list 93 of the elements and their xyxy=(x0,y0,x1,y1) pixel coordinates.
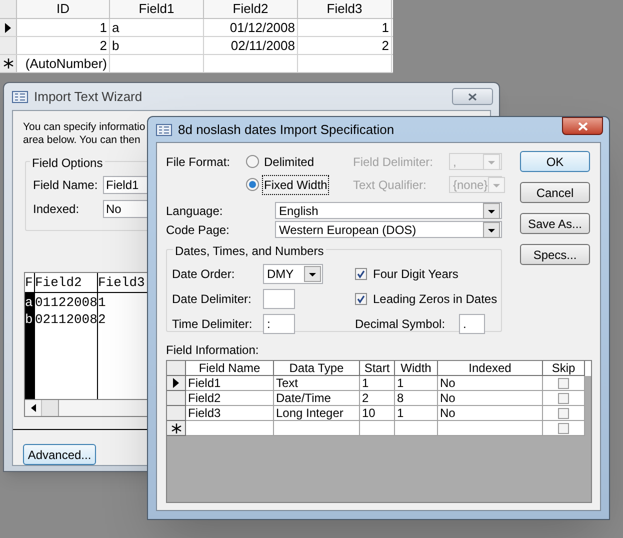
field-label: Text Qualifier: xyxy=(353,176,428,194)
checkbox[interactable] xyxy=(355,293,367,305)
section-label: Field Information: xyxy=(166,342,260,355)
close-icon xyxy=(578,122,588,130)
dialog-button[interactable]: Cancel xyxy=(520,182,590,203)
left-arrow-icon xyxy=(30,404,36,412)
field-label: File Format: xyxy=(166,154,232,170)
column-header[interactable]: Field3 xyxy=(298,0,392,18)
field-grid[interactable]: Field Name Data Type Start Width Indexed Skip Field1 Text 1 1 No Field2 Date/Time 2 8 No Field3 Long Integer 10 1 No xyxy=(166,360,592,503)
select-all-corner[interactable] xyxy=(167,361,186,376)
table-cell-text: b xyxy=(112,36,120,55)
table-cell-text: 1 xyxy=(362,375,369,392)
field-label: Date Delimiter: xyxy=(172,291,252,308)
window-title: 8d noslash dates Import Specification xyxy=(178,120,394,139)
table-cell-text: Date/Time xyxy=(276,390,331,407)
field-label: Indexed: xyxy=(33,201,80,218)
table-cell-text: (AutoNumber) xyxy=(25,54,107,73)
preview-cell: a xyxy=(25,294,34,311)
field-label: Field Name: xyxy=(33,177,99,194)
table-cell-text: 2 xyxy=(100,36,107,55)
column-header[interactable]: Field2 xyxy=(204,0,298,18)
table-cell-text: Field2 xyxy=(188,390,221,407)
close-button[interactable] xyxy=(452,88,493,105)
column-header[interactable]: Field1 xyxy=(110,0,204,18)
table-cell-text: a xyxy=(112,18,120,37)
checkbox-label: Leading Zeros in Dates xyxy=(373,291,498,308)
table-cell-text: 10 xyxy=(362,405,376,422)
table-cell-text: 1 xyxy=(382,18,389,37)
table-cell-text: No xyxy=(440,405,456,422)
table-cell-text: 2 xyxy=(382,36,389,55)
checkbox[interactable] xyxy=(558,422,569,434)
table-cell-text: Text xyxy=(276,375,298,392)
column-header[interactable]: F xyxy=(25,273,35,292)
input-field[interactable] xyxy=(263,289,295,309)
checkbox[interactable] xyxy=(558,392,569,404)
window-title: Import Text Wizard xyxy=(34,88,142,106)
dialog-button[interactable]: OK xyxy=(520,151,590,172)
field-label: Code Page: xyxy=(166,222,230,238)
checkbox[interactable] xyxy=(355,268,367,280)
field-label: Decimal Symbol: xyxy=(355,316,446,333)
table-cell-text: 1 xyxy=(397,375,404,392)
table-cell-text: 02/11/2008 xyxy=(230,36,295,55)
column-header[interactable]: Field2 xyxy=(35,273,98,292)
row-selector[interactable] xyxy=(167,421,186,436)
checkbox[interactable] xyxy=(558,378,569,388)
row-selector[interactable] xyxy=(0,19,17,36)
dropdown[interactable]: DMY xyxy=(263,264,323,284)
new-row-icon xyxy=(170,422,182,434)
intro-text: You can specify informatio xyxy=(23,121,146,134)
table-cell-text: 1 xyxy=(397,405,404,422)
table-cell-text: 8 xyxy=(397,390,404,407)
table-cell-text: Field1 xyxy=(188,375,221,392)
table-cell-text: Long Integer xyxy=(276,405,344,422)
advanced-button[interactable]: Advanced... xyxy=(23,444,96,465)
column-header[interactable]: ID xyxy=(17,0,110,18)
intro-text: area below. You can then xyxy=(23,134,140,147)
current-row-icon xyxy=(5,22,11,32)
input-field[interactable]: : xyxy=(263,314,295,334)
table-window-icon xyxy=(12,90,28,102)
table-window-icon xyxy=(156,124,172,136)
field-label: Field Delimiter: xyxy=(353,154,434,170)
checkbox-label: Four Digit Years xyxy=(373,266,458,283)
field-label: Language: xyxy=(166,202,224,220)
table-cell-text: No xyxy=(440,375,456,392)
preview-cell: b xyxy=(25,311,34,328)
dialog-button[interactable]: Specs... xyxy=(520,244,590,265)
preview-cell: 01122008 xyxy=(35,294,97,311)
new-row-icon xyxy=(2,58,14,69)
field-label: Time Delimiter: xyxy=(172,316,254,333)
preview-cell: 02112008 xyxy=(35,311,97,328)
dialog-button[interactable]: Save As... xyxy=(520,213,590,234)
close-button[interactable] xyxy=(562,117,603,135)
dropdown[interactable]: English xyxy=(275,202,502,219)
table-cell-text: No xyxy=(440,390,456,407)
table-cell-text: 1 xyxy=(100,18,107,37)
checkbox[interactable] xyxy=(558,408,569,418)
preview-cell-text: 1 xyxy=(98,294,107,311)
table-cell-text: 2 xyxy=(362,390,369,407)
dropdown[interactable]: Western European (DOS) xyxy=(275,221,502,238)
preview-cell-text: 2 xyxy=(98,311,107,328)
row-selector[interactable] xyxy=(0,55,17,72)
scroll-thumb[interactable] xyxy=(42,400,59,416)
close-icon xyxy=(468,92,477,100)
radio-button[interactable] xyxy=(246,178,259,191)
field-label: Date Order: xyxy=(172,266,236,283)
table-cell-text: Field3 xyxy=(188,405,221,422)
radio-label: Delimited xyxy=(263,154,316,170)
row-selector[interactable] xyxy=(167,376,186,391)
input-field[interactable]: . xyxy=(459,314,485,334)
current-row-icon xyxy=(173,378,179,388)
radio-button[interactable] xyxy=(246,155,259,168)
table-cell-text: 01/12/2008 xyxy=(230,18,295,37)
radio-label: Fixed Width xyxy=(263,176,328,194)
